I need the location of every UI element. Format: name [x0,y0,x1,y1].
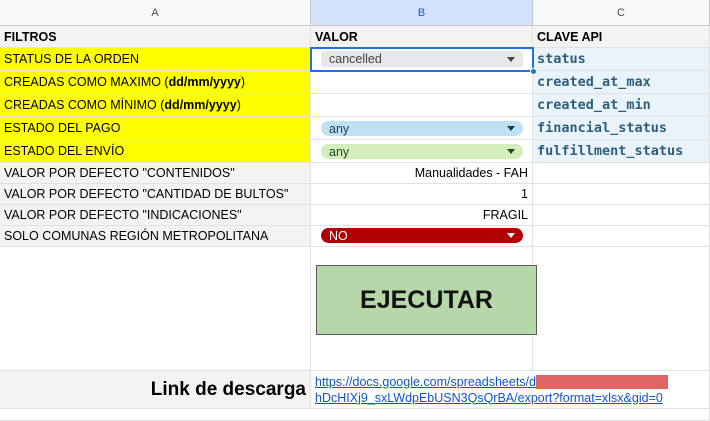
label-text: CREADAS COMO MÍNIMO ( [4,98,165,112]
api-key-empty[interactable] [533,184,710,205]
value-cell-created-min[interactable] [311,94,533,117]
empty-cell[interactable] [0,409,710,421]
label-format: dd/mm/yyyy [168,75,241,89]
download-link-cell[interactable]: https://docs.google.com/spreadsheets/d h… [311,371,710,409]
status-dropdown[interactable]: cancelled [321,51,523,67]
api-key-text: created_at_max [537,74,651,90]
download-label-cell[interactable]: Link de descarga [0,371,311,409]
value-cell-bultos[interactable]: 1 [311,184,533,205]
column-header-b[interactable]: B [311,0,533,26]
download-link-line2: hDcHIXj9_sxLWdpEbUSN3QsQrBA/export?forma… [315,390,663,406]
dropdown-value: any [329,144,350,159]
header-filtros[interactable]: FILTROS [0,26,311,48]
label-text: ) [236,98,241,112]
chevron-down-icon [507,56,515,62]
download-link-line1: https://docs.google.com/spreadsheets/d [315,374,668,390]
empty-cell[interactable] [0,247,311,371]
filter-label-fulfillment-status[interactable]: ESTADO DEL ENVÍO [0,140,311,163]
filter-label-financial-status[interactable]: ESTADO DEL PAGO [0,117,311,140]
api-key-financial-status[interactable]: financial_status [533,117,710,140]
region-metropolitana-dropdown[interactable]: NO [321,228,523,243]
api-key-created-max[interactable]: created_at_max [533,71,710,94]
api-key-empty[interactable] [533,163,710,184]
api-key-fulfillment-status[interactable]: fulfillment_status [533,140,710,163]
label-text: CREADAS COMO MAXIMO ( [4,75,169,89]
filter-label-created-min[interactable]: CREADAS COMO MÍNIMO (dd/mm/yyyy) [0,94,311,117]
dropdown-value: any [329,121,350,136]
financial-status-dropdown[interactable]: any [321,121,523,136]
column-header-a[interactable]: A [0,0,311,26]
default-label-contenidos[interactable]: VALOR POR DEFECTO "CONTENIDOS" [0,163,311,184]
column-header-c[interactable]: C [533,0,710,26]
label-text: ) [240,75,246,89]
fulfillment-status-dropdown[interactable]: any [321,144,523,159]
default-label-bultos[interactable]: VALOR POR DEFECTO "CANTIDAD DE BULTOS" [0,184,311,205]
default-label-indicaciones[interactable]: VALOR POR DEFECTO "INDICACIONES" [0,205,311,226]
dropdown-value: cancelled [329,52,382,66]
value-cell-created-max[interactable] [311,71,533,94]
value-cell-contenidos[interactable]: Manualidades - FAH [311,163,533,184]
selection-fill-handle[interactable] [530,68,537,75]
filter-label-region-metropolitana[interactable]: SOLO COMUNAS REGIÓN METROPOLITANA [0,226,311,247]
api-key-text: created_at_min [537,97,651,113]
spreadsheet-grid: A B C FILTROS VALOR CLAVE API STATUS DE … [0,0,710,421]
dropdown-value: NO [329,228,348,243]
label-format: dd/mm/yyyy [164,98,237,112]
api-key-status[interactable]: status [533,48,710,71]
redaction-bar [535,375,668,390]
header-valor[interactable]: VALOR [311,26,533,48]
value-cell-indicaciones[interactable]: FRAGIL [311,205,533,226]
empty-cell[interactable] [533,247,710,371]
api-key-text: financial_status [537,120,668,136]
api-key-text: status [537,51,586,67]
filter-label-created-max[interactable]: CREADAS COMO MAXIMO (dd/mm/yyyy) [0,71,311,94]
download-link-continuation[interactable]: hDcHIXj9_sxLWdpEbUSN3QsQrBA/export?forma… [315,391,663,405]
chevron-down-icon [507,233,515,238]
download-link[interactable]: https://docs.google.com/spreadsheets/d [315,375,536,389]
filter-label-status[interactable]: STATUS DE LA ORDEN [0,48,311,71]
chevron-down-icon [507,149,515,154]
chevron-down-icon [507,126,515,131]
execute-button[interactable]: EJECUTAR [316,265,537,335]
download-label: Link de descarga [150,378,306,400]
api-key-empty[interactable] [533,205,710,226]
api-key-created-min[interactable]: created_at_min [533,94,710,117]
header-clave-api[interactable]: CLAVE API [533,26,710,48]
api-key-text: fulfillment_status [537,143,684,159]
api-key-empty[interactable] [533,226,710,247]
